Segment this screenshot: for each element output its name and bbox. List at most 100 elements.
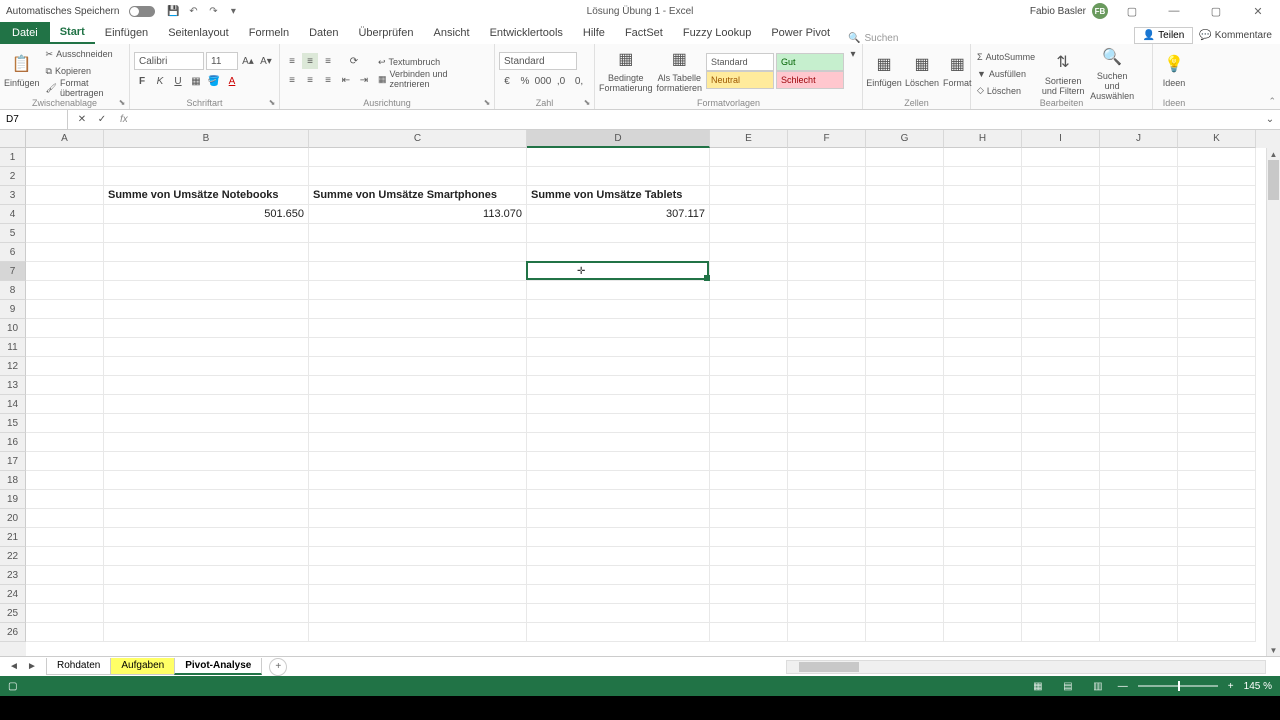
percent-icon[interactable]: % — [517, 73, 533, 89]
wrap-text-button[interactable]: ↩Textumbruch — [376, 54, 490, 70]
merge-center-button[interactable]: ▦Verbinden und zentrieren — [376, 71, 490, 87]
cell-E18[interactable] — [710, 471, 788, 490]
cell-G5[interactable] — [866, 224, 944, 243]
format-as-table-button[interactable]: ▦ Als Tabelle formatieren — [657, 46, 703, 95]
cell-D22[interactable] — [527, 547, 710, 566]
align-middle-icon[interactable]: ≡ — [302, 53, 318, 69]
row-header-10[interactable]: 10 — [0, 319, 26, 338]
fx-icon[interactable]: fx — [116, 114, 132, 125]
cell-A21[interactable] — [26, 528, 104, 547]
enter-formula-icon[interactable]: ✓ — [94, 112, 110, 128]
minimize-button[interactable]: — — [1156, 0, 1192, 22]
sheet-tab-rohdaten[interactable]: Rohdaten — [46, 658, 111, 675]
worksheet-grid[interactable]: 1234567891011121314151617181920212223242… — [0, 130, 1280, 656]
normal-view-icon[interactable]: ▦ — [1028, 679, 1048, 693]
cell-C1[interactable] — [309, 148, 527, 167]
sheet-tab-pivot-analyse[interactable]: Pivot-Analyse — [174, 658, 262, 675]
cell-C3[interactable]: Summe von Umsätze Smartphones — [309, 186, 527, 205]
cell-B13[interactable] — [104, 376, 309, 395]
cell-B25[interactable] — [104, 604, 309, 623]
cell-J6[interactable] — [1100, 243, 1178, 262]
cell-A18[interactable] — [26, 471, 104, 490]
row-header-24[interactable]: 24 — [0, 585, 26, 604]
cell-F5[interactable] — [788, 224, 866, 243]
cell-I13[interactable] — [1022, 376, 1100, 395]
cell-B1[interactable] — [104, 148, 309, 167]
cell-D16[interactable] — [527, 433, 710, 452]
cell-D9[interactable] — [527, 300, 710, 319]
cell-D26[interactable] — [527, 623, 710, 642]
align-right-icon[interactable]: ≡ — [320, 72, 336, 88]
cell-G15[interactable] — [866, 414, 944, 433]
cell-I7[interactable] — [1022, 262, 1100, 281]
cell-F19[interactable] — [788, 490, 866, 509]
cell-H14[interactable] — [944, 395, 1022, 414]
cell-B8[interactable] — [104, 281, 309, 300]
cell-E24[interactable] — [710, 585, 788, 604]
cell-D19[interactable] — [527, 490, 710, 509]
cell-A6[interactable] — [26, 243, 104, 262]
cell-E1[interactable] — [710, 148, 788, 167]
cell-G12[interactable] — [866, 357, 944, 376]
comments-button[interactable]: 💬 Kommentare — [1199, 30, 1272, 41]
cell-A12[interactable] — [26, 357, 104, 376]
ribbon-tab-entwicklertools[interactable]: Entwicklertools — [480, 22, 573, 44]
page-break-view-icon[interactable]: ▥ — [1088, 679, 1108, 693]
cell-D7[interactable] — [527, 262, 710, 281]
cell-D11[interactable] — [527, 338, 710, 357]
cell-H3[interactable] — [944, 186, 1022, 205]
cell-E21[interactable] — [710, 528, 788, 547]
cell-K4[interactable] — [1178, 205, 1256, 224]
maximize-button[interactable]: ▢ — [1198, 0, 1234, 22]
increase-indent-icon[interactable]: ⇥ — [356, 72, 372, 88]
cell-F1[interactable] — [788, 148, 866, 167]
cell-E15[interactable] — [710, 414, 788, 433]
cell-K9[interactable] — [1178, 300, 1256, 319]
cell-I16[interactable] — [1022, 433, 1100, 452]
cell-A11[interactable] — [26, 338, 104, 357]
cell-F22[interactable] — [788, 547, 866, 566]
cell-A22[interactable] — [26, 547, 104, 566]
col-header-H[interactable]: H — [944, 130, 1022, 148]
cell-K22[interactable] — [1178, 547, 1256, 566]
cell-J14[interactable] — [1100, 395, 1178, 414]
file-tab[interactable]: Datei — [0, 22, 50, 44]
row-header-23[interactable]: 23 — [0, 566, 26, 585]
cell-H5[interactable] — [944, 224, 1022, 243]
cell-B3[interactable]: Summe von Umsätze Notebooks — [104, 186, 309, 205]
underline-button[interactable]: U — [170, 73, 186, 89]
cell-F3[interactable] — [788, 186, 866, 205]
cell-B6[interactable] — [104, 243, 309, 262]
cell-C16[interactable] — [309, 433, 527, 452]
cell-G26[interactable] — [866, 623, 944, 642]
cell-D8[interactable] — [527, 281, 710, 300]
cell-C13[interactable] — [309, 376, 527, 395]
cell-K26[interactable] — [1178, 623, 1256, 642]
cell-G3[interactable] — [866, 186, 944, 205]
cell-F25[interactable] — [788, 604, 866, 623]
col-header-E[interactable]: E — [710, 130, 788, 148]
cell-H24[interactable] — [944, 585, 1022, 604]
cell-C7[interactable] — [309, 262, 527, 281]
prev-sheet-icon[interactable]: ◄ — [6, 659, 22, 675]
cell-C22[interactable] — [309, 547, 527, 566]
cell-H17[interactable] — [944, 452, 1022, 471]
cell-C14[interactable] — [309, 395, 527, 414]
cell-A9[interactable] — [26, 300, 104, 319]
cell-J11[interactable] — [1100, 338, 1178, 357]
cell-I19[interactable] — [1022, 490, 1100, 509]
col-header-D[interactable]: D — [527, 130, 710, 148]
cell-C8[interactable] — [309, 281, 527, 300]
col-header-F[interactable]: F — [788, 130, 866, 148]
cell-B26[interactable] — [104, 623, 309, 642]
ribbon-tab-power pivot[interactable]: Power Pivot — [761, 22, 840, 44]
zoom-slider[interactable] — [1138, 685, 1218, 687]
cell-I10[interactable] — [1022, 319, 1100, 338]
cell-A5[interactable] — [26, 224, 104, 243]
italic-button[interactable]: K — [152, 73, 168, 89]
font-color-button[interactable]: A — [224, 73, 240, 89]
cell-B24[interactable] — [104, 585, 309, 604]
row-header-18[interactable]: 18 — [0, 471, 26, 490]
cell-B11[interactable] — [104, 338, 309, 357]
cell-I25[interactable] — [1022, 604, 1100, 623]
